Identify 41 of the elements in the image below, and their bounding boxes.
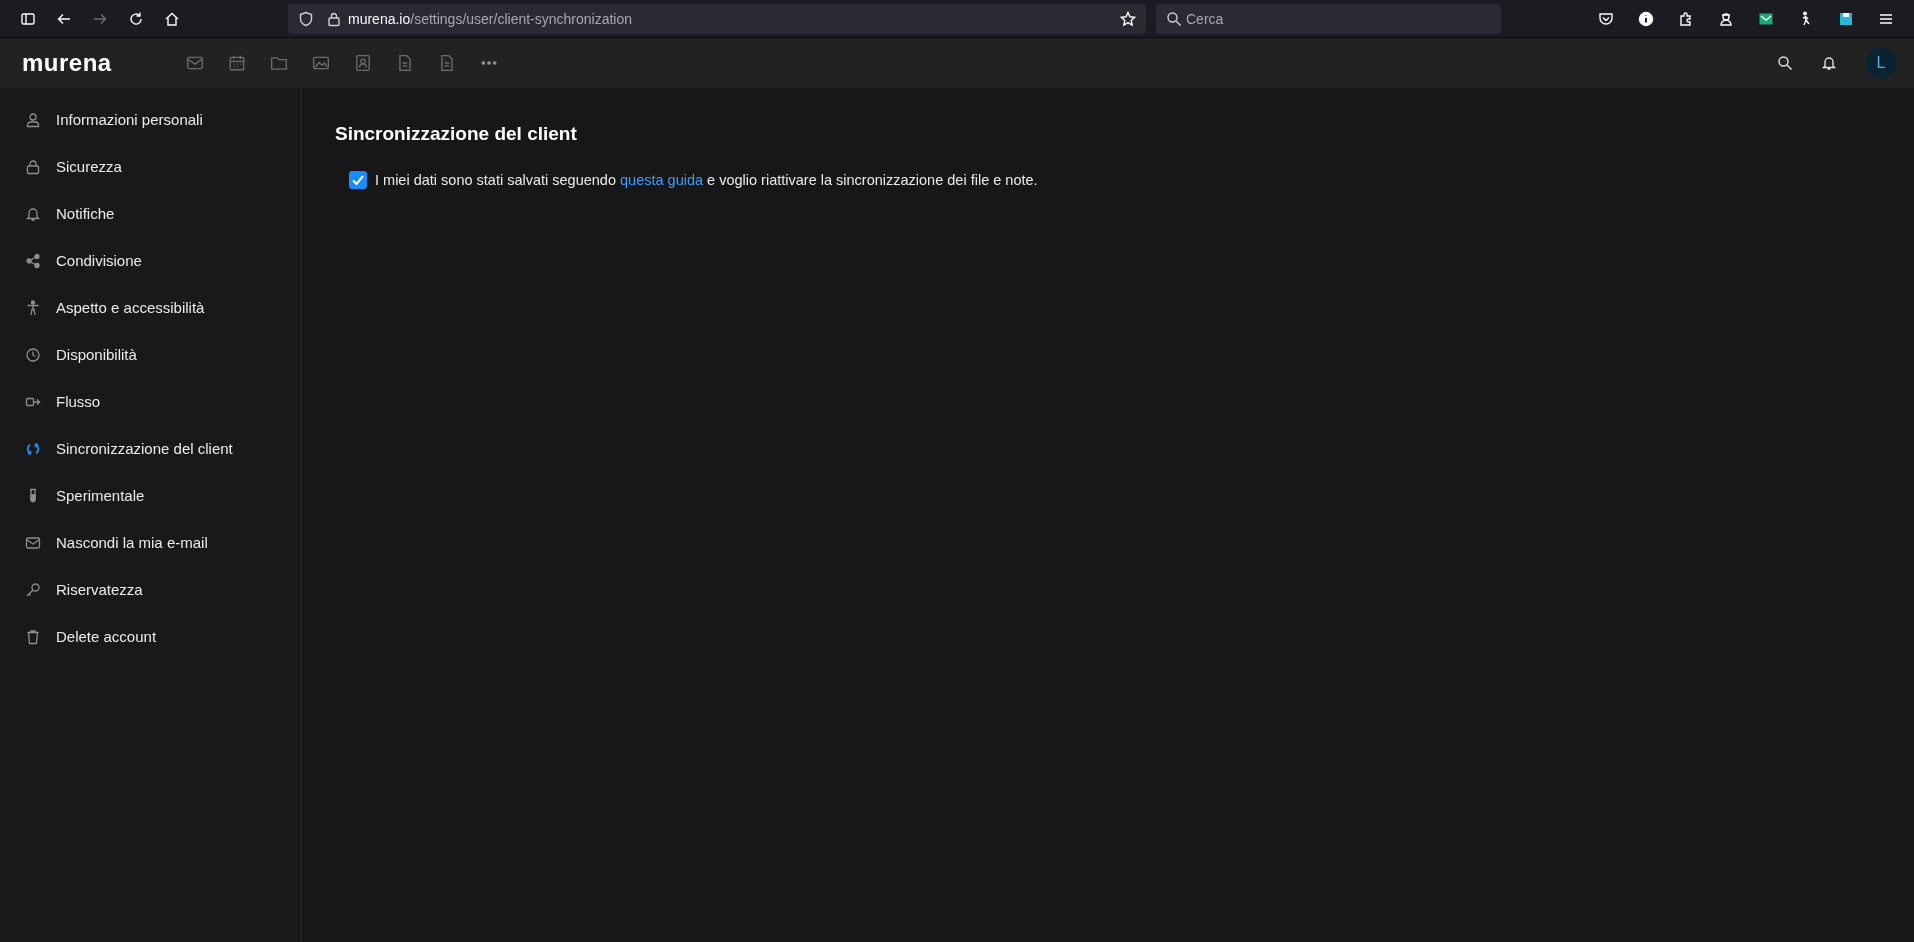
image-icon[interactable]: [312, 54, 330, 72]
sidebar-item[interactable]: Sperimentale: [0, 472, 301, 519]
document-icon[interactable]: [396, 54, 414, 72]
sidebar-item[interactable]: Aspetto e accessibilità: [0, 284, 301, 331]
folder-icon[interactable]: [270, 54, 288, 72]
calendar-icon[interactable]: [228, 54, 246, 72]
sidebar-toggle-icon[interactable]: [20, 10, 36, 27]
bell-icon[interactable]: [1821, 55, 1837, 71]
section-title: Sincronizzazione del client: [335, 123, 578, 145]
search-field[interactable]: Cerca: [1156, 3, 1501, 34]
mail-icon[interactable]: [186, 54, 204, 72]
person-hat-icon[interactable]: [1718, 10, 1734, 27]
reload-icon[interactable]: [128, 10, 144, 27]
search-icon: [1166, 10, 1182, 27]
sidebar-item[interactable]: Condivisione: [0, 237, 301, 284]
contact-card-icon[interactable]: [354, 54, 372, 72]
search-icon[interactable]: [1777, 55, 1793, 71]
sidebar-item[interactable]: Riservatezza: [0, 566, 301, 613]
shield-icon: [298, 10, 314, 27]
avatar[interactable]: L: [1865, 47, 1897, 79]
address-bar[interactable]: murena.io/settings/user/client-synchronization: [288, 3, 1146, 34]
sidebar-item[interactable]: Notifiche: [0, 190, 301, 237]
pocket-icon[interactable]: [1598, 10, 1614, 27]
document-icon[interactable]: [438, 54, 456, 72]
sidebar-item[interactable]: Nascondi la mia e-mail: [0, 519, 301, 566]
star-icon[interactable]: [1120, 10, 1136, 27]
home-icon[interactable]: [164, 10, 180, 27]
sidebar-item[interactable]: Flusso: [0, 378, 301, 425]
lock-icon: [326, 10, 342, 27]
sidebar-item[interactable]: Informazioni personali: [0, 96, 301, 143]
info-icon[interactable]: [1638, 10, 1654, 27]
sidebar-item[interactable]: Sicurezza: [0, 143, 301, 190]
sidebar-item[interactable]: Delete account: [0, 613, 301, 660]
puzzle-icon[interactable]: [1678, 10, 1694, 27]
sidebar-item[interactable]: Disponibilità: [0, 331, 301, 378]
consent-text: I miei dati sono stati salvati seguendo questa guida e voglio riattivare la sincronizzazione dei file e note.: [375, 172, 1038, 188]
guide-link[interactable]: questa guida: [620, 172, 704, 188]
logo-text[interactable]: murena: [22, 49, 130, 77]
sidebar-item[interactable]: Sincronizzazione del client: [0, 425, 301, 472]
checkbox[interactable]: [349, 171, 367, 189]
url-text: murena.io/settings/user/client-synchronization: [348, 10, 634, 27]
